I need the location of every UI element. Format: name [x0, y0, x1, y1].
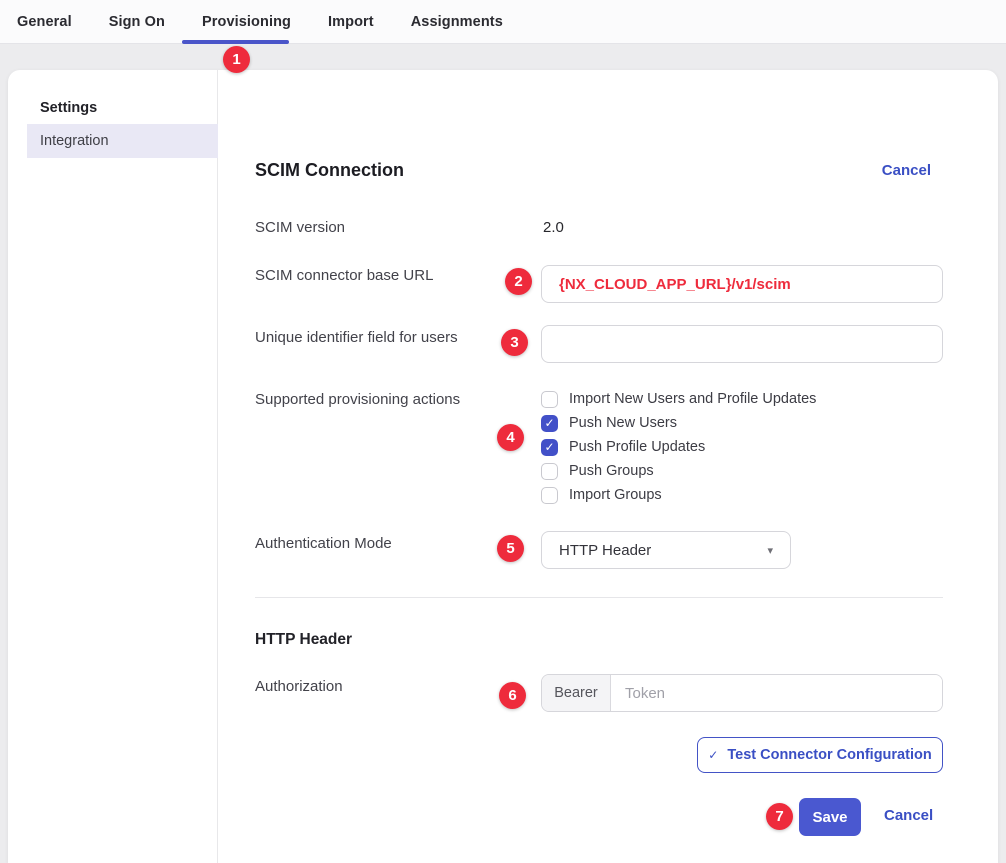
test-button-label: Test Connector Configuration — [727, 747, 931, 763]
auth-mode-select[interactable]: HTTP Header ▾ — [541, 531, 791, 569]
callout-badge-2: 2 — [505, 268, 532, 295]
check-icon: ✓ — [544, 441, 554, 453]
callout-badge-6: 6 — [499, 682, 526, 709]
callout-badge-3: 3 — [501, 329, 528, 356]
checkbox-import-new-users[interactable]: ✓ Import New Users and Profile Updates — [541, 387, 961, 411]
provisioning-actions-label: Supported provisioning actions — [255, 391, 460, 408]
checkbox-push-groups[interactable]: ✓ Push Groups — [541, 459, 961, 483]
checkbox-box[interactable]: ✓ — [541, 415, 558, 432]
unique-id-label: Unique identifier field for users — [255, 329, 458, 346]
tab-assignments[interactable]: Assignments — [411, 14, 503, 30]
base-url-label: SCIM connector base URL — [255, 267, 433, 284]
auth-mode-label: Authentication Mode — [255, 535, 392, 552]
checkbox-box[interactable]: ✓ — [541, 463, 558, 480]
checkbox-label: Import New Users and Profile Updates — [569, 391, 816, 407]
checkbox-label: Push Groups — [569, 463, 654, 479]
bearer-prefix: Bearer — [542, 675, 611, 711]
callout-badge-1: 1 — [223, 46, 250, 73]
authorization-label: Authorization — [255, 678, 343, 695]
scim-version-value: 2.0 — [543, 219, 564, 236]
sidebar-header: Settings — [40, 100, 97, 116]
checkbox-box[interactable]: ✓ — [541, 487, 558, 504]
checkbox-push-profile-updates[interactable]: ✓ Push Profile Updates — [541, 435, 961, 459]
callout-badge-4: 4 — [497, 424, 524, 451]
authorization-input-group: Bearer — [541, 674, 943, 712]
checkbox-box[interactable]: ✓ — [541, 391, 558, 408]
check-icon: ✓ — [708, 748, 718, 762]
sidebar-item-label: Integration — [40, 133, 109, 149]
http-header-section-title: HTTP Header — [255, 631, 352, 649]
check-icon: ✓ — [544, 417, 554, 429]
tab-provisioning[interactable]: Provisioning — [202, 14, 291, 30]
settings-sidebar: Settings Integration — [8, 70, 218, 863]
checkbox-label: Push New Users — [569, 415, 677, 431]
app-tab-bar: General Sign On Provisioning Import Assi… — [0, 0, 1006, 44]
checkbox-push-new-users[interactable]: ✓ Push New Users — [541, 411, 961, 435]
unique-id-input[interactable] — [541, 325, 943, 363]
sidebar-item-integration[interactable]: Integration — [27, 124, 218, 158]
callout-badge-5: 5 — [497, 535, 524, 562]
chevron-down-icon: ▾ — [767, 544, 773, 557]
tab-sign-on[interactable]: Sign On — [109, 14, 165, 30]
save-button[interactable]: Save — [799, 798, 861, 836]
scim-version-label: SCIM version — [255, 219, 345, 236]
checkbox-import-groups[interactable]: ✓ Import Groups — [541, 483, 961, 507]
scim-connection-form: SCIM Connection Cancel SCIM version 2.0 … — [218, 70, 998, 863]
token-input[interactable] — [611, 675, 942, 711]
test-connector-configuration-button[interactable]: ✓ Test Connector Configuration — [697, 737, 943, 773]
callout-badge-7: 7 — [766, 803, 793, 830]
section-divider — [255, 597, 943, 598]
base-url-input[interactable] — [541, 265, 943, 303]
page-title: SCIM Connection — [255, 160, 404, 181]
cancel-link-bottom[interactable]: Cancel — [884, 807, 933, 824]
tab-general[interactable]: General — [17, 14, 72, 30]
checkbox-label: Import Groups — [569, 487, 662, 503]
checkbox-box[interactable]: ✓ — [541, 439, 558, 456]
cancel-link-top[interactable]: Cancel — [882, 162, 931, 179]
active-tab-indicator — [182, 40, 289, 44]
checkbox-label: Push Profile Updates — [569, 439, 705, 455]
provisioning-actions-group: ✓ Import New Users and Profile Updates ✓… — [541, 387, 961, 507]
auth-mode-selected-value: HTTP Header — [559, 542, 651, 559]
tab-import[interactable]: Import — [328, 14, 374, 30]
settings-card: Settings Integration SCIM Connection Can… — [8, 70, 998, 863]
